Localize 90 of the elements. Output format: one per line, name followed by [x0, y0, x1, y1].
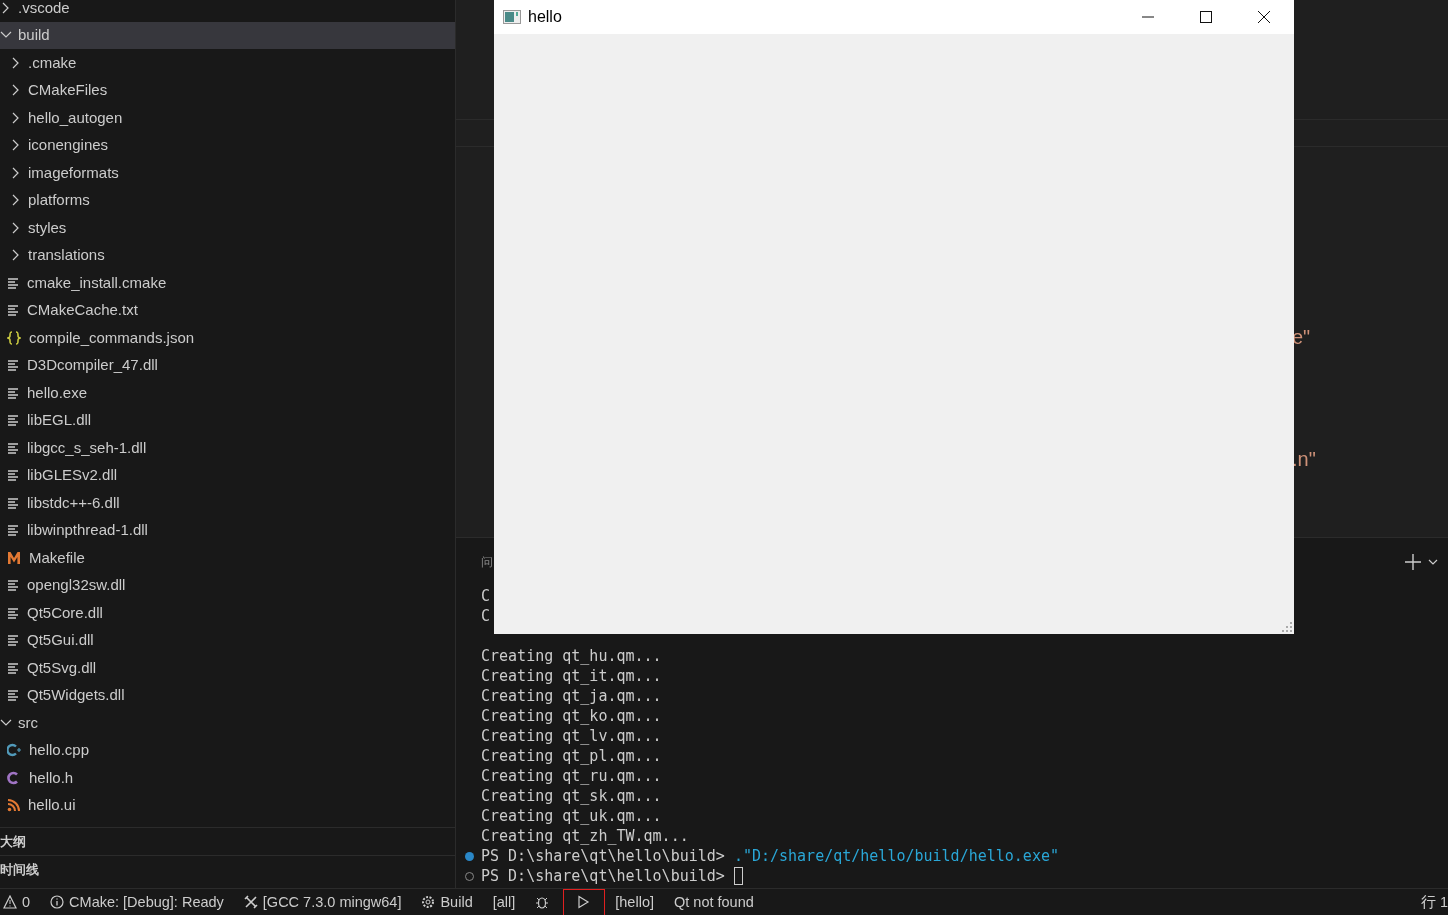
gear-icon: [421, 895, 436, 909]
run-button[interactable]: [563, 888, 606, 915]
tree-item[interactable]: imageformats: [0, 159, 455, 187]
tree-item[interactable]: libgcc_s_seh-1.dll: [0, 434, 455, 462]
section-header[interactable]: 时间线: [0, 855, 455, 883]
file-lines-icon: [7, 688, 19, 703]
status-item[interactable]: Build: [421, 889, 473, 915]
file-lines-icon: [7, 385, 19, 400]
status-item[interactable]: [GCC 7.3.0 mingw64]: [243, 889, 402, 915]
tree-item[interactable]: Qt5Gui.dll: [0, 626, 455, 654]
tree-item[interactable]: Qt5Svg.dll: [0, 654, 455, 682]
play-icon: [576, 895, 591, 909]
file-lines-icon: [7, 578, 19, 593]
output-line: Creating qt_sk.qm...: [481, 786, 662, 806]
tree-item[interactable]: hello_autogen: [0, 104, 455, 132]
file-lines-icon: [7, 605, 19, 620]
tree-item[interactable]: .vscode: [0, 0, 455, 22]
window-title: hello: [528, 8, 562, 26]
m-letter-icon: [7, 550, 21, 565]
file-lines-icon: [7, 358, 19, 373]
prompt-text: PS D:\share\qt\hello\build>: [481, 866, 726, 886]
tools-icon: [243, 895, 258, 909]
tree-item[interactable]: CMakeFiles: [0, 76, 455, 104]
code-text: .n": [1292, 447, 1316, 471]
output-line: Creating qt_uk.qm...: [481, 806, 662, 826]
output-line: Creating qt_zh_TW.qm...: [481, 826, 689, 846]
tree-item[interactable]: libGLESv2.dll: [0, 461, 455, 489]
maximize-icon[interactable]: [1199, 10, 1213, 24]
tree-item[interactable]: CMakeCache.txt: [0, 296, 455, 324]
tree-item[interactable]: Qt5Widgets.dll: [0, 681, 455, 709]
resize-grip-icon[interactable]: [1282, 622, 1292, 632]
output-line: Creating qt_ja.qm...: [481, 686, 662, 706]
command-text: ."D:/share/qt/hello/build/hello.exe": [733, 846, 1059, 866]
output-line: Creating qt_lv.qm...: [481, 726, 662, 746]
tree-item[interactable]: platforms: [0, 186, 455, 214]
status-item[interactable]: [all]: [492, 889, 516, 915]
file-lines-icon: [7, 660, 19, 675]
file-lines-icon: [7, 440, 19, 455]
tree-item[interactable]: libwinpthread-1.dll: [0, 516, 455, 544]
panel-tab[interactable]: 问: [481, 553, 493, 571]
plus-icon[interactable]: [1404, 553, 1422, 571]
tree-item[interactable]: cmake_install.cmake: [0, 269, 455, 297]
app-icon: [503, 10, 521, 24]
tree-item[interactable]: .cmake: [0, 49, 455, 77]
chevron-down-icon[interactable]: [1428, 559, 1438, 565]
braces-icon: [7, 330, 21, 345]
status-item[interactable]: Qt not found: [674, 889, 754, 915]
tree-item[interactable]: opengl32sw.dll: [0, 571, 455, 599]
tree-item[interactable]: hello.exe: [0, 379, 455, 407]
file-lines-icon: [7, 633, 19, 648]
bug-icon: [535, 895, 550, 909]
warning-icon: [3, 895, 17, 909]
tree-item[interactable]: iconengines: [0, 131, 455, 159]
status-item[interactable]: 0: [3, 889, 31, 915]
file-lines-icon: [7, 523, 19, 538]
status-item[interactable]: CMake: [Debug]: Ready: [50, 889, 224, 915]
info-icon: [50, 895, 65, 909]
file-lines-icon: [7, 468, 19, 483]
file-lines-icon: [7, 275, 19, 290]
tree-item[interactable]: hello.cpp: [0, 736, 455, 764]
section-header[interactable]: 大纲: [0, 827, 455, 855]
output-line: Creating qt_it.qm...: [481, 666, 662, 686]
output-line: C: [481, 586, 491, 606]
output-line: Creating qt_ko.qm...: [481, 706, 662, 726]
tree-item[interactable]: styles: [0, 214, 455, 242]
c-plus-icon: [7, 743, 21, 758]
prompt-text: PS D:\share\qt\hello\build>: [481, 846, 726, 866]
tree-item[interactable]: hello.ui: [0, 791, 455, 819]
tree-item[interactable]: compile_commands.json: [0, 324, 455, 352]
tree-item[interactable]: src: [0, 709, 455, 737]
tree-item[interactable]: libEGL.dll: [0, 406, 455, 434]
status-item[interactable]: [hello]: [615, 889, 654, 915]
tree-item[interactable]: build: [0, 21, 455, 49]
status-item[interactable]: 行 1: [1420, 889, 1448, 915]
file-lines-icon: [7, 495, 19, 510]
tree-item[interactable]: Qt5Core.dll: [0, 599, 455, 627]
tree-item[interactable]: hello.h: [0, 764, 455, 792]
file-lines-icon: [7, 303, 19, 318]
tree-item[interactable]: D3Dcompiler_47.dll: [0, 351, 455, 379]
c-letter-icon: [7, 770, 21, 785]
tree-item[interactable]: libstdc++-6.dll: [0, 489, 455, 517]
file-lines-icon: [7, 413, 19, 428]
output-line: Creating qt_hu.qm...: [481, 646, 662, 666]
tree-item[interactable]: translations: [0, 241, 455, 269]
tree-item[interactable]: Makefile: [0, 544, 455, 572]
output-line: Creating qt_pl.qm...: [481, 746, 662, 766]
output-line: C: [481, 606, 491, 626]
close-icon[interactable]: [1257, 10, 1271, 24]
output-line: Creating qt_ru.qm...: [481, 766, 662, 786]
feed-icon: [7, 798, 20, 813]
